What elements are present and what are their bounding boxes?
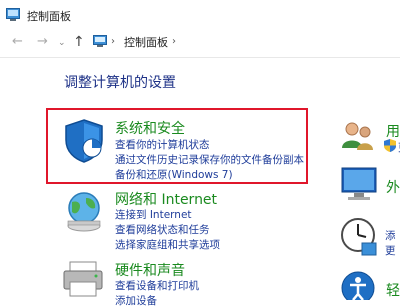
link-file-history-backup[interactable]: 通过文件历史记录保存你的文件备份副本 bbox=[115, 152, 304, 167]
up-arrow-icon[interactable]: ↑ bbox=[73, 35, 85, 49]
breadcrumb-separator[interactable]: › bbox=[172, 36, 176, 47]
category-title-user-accounts[interactable]: 用 bbox=[386, 121, 400, 141]
link-add-language[interactable]: 添 bbox=[385, 228, 396, 243]
shield-icon bbox=[65, 119, 103, 163]
link-homegroup-sharing[interactable]: 选择家庭组和共享选项 bbox=[115, 237, 220, 252]
page-heading: 调整计算机的设置 bbox=[64, 75, 176, 91]
link-add-device[interactable]: 添加设备 bbox=[115, 293, 157, 308]
window-title: 控制面板 bbox=[27, 10, 71, 23]
link-change-input-method[interactable]: 更 bbox=[385, 243, 396, 258]
address-control-panel-icon bbox=[93, 35, 107, 47]
link-backup-restore[interactable]: 备份和还原(Windows 7) bbox=[115, 167, 233, 182]
breadcrumb-separator[interactable]: › bbox=[111, 36, 115, 47]
link-connect-internet[interactable]: 连接到 Internet bbox=[115, 207, 192, 222]
link-devices-printers[interactable]: 查看设备和打印机 bbox=[115, 278, 199, 293]
back-arrow-icon[interactable]: ← bbox=[12, 35, 23, 49]
breadcrumb-control-panel[interactable]: 控制面板 bbox=[124, 34, 168, 50]
category-title-hardware-sound[interactable]: 硬件和声音 bbox=[115, 260, 185, 280]
ease-of-access-icon bbox=[341, 271, 375, 300]
category-title-system-security[interactable]: 系统和安全 bbox=[115, 118, 185, 138]
category-title-network-internet[interactable]: 网络和 Internet bbox=[115, 189, 217, 209]
category-title-appearance[interactable]: 外 bbox=[386, 177, 400, 197]
recent-locations-chevron-icon[interactable]: ⌄ bbox=[58, 36, 66, 50]
printer-icon bbox=[63, 261, 103, 297]
network-globe-icon bbox=[67, 192, 101, 232]
divider bbox=[0, 57, 400, 58]
title-bar: 控制面板 bbox=[0, 0, 400, 31]
user-accounts-icon bbox=[342, 122, 373, 150]
link-view-computer-status[interactable]: 查看你的计算机状态 bbox=[115, 137, 210, 152]
control-panel-icon bbox=[6, 8, 20, 21]
navigation-bar: ← → ⌄ ↑ bbox=[0, 31, 400, 55]
appearance-monitor-icon bbox=[341, 167, 377, 200]
link-network-status-tasks[interactable]: 查看网络状态和任务 bbox=[115, 222, 210, 237]
clock-region-icon bbox=[341, 218, 377, 256]
category-title-ease-of-access[interactable]: 轻 bbox=[386, 280, 400, 300]
forward-arrow-icon[interactable]: → bbox=[37, 35, 48, 49]
uac-shield-icon bbox=[384, 139, 396, 152]
